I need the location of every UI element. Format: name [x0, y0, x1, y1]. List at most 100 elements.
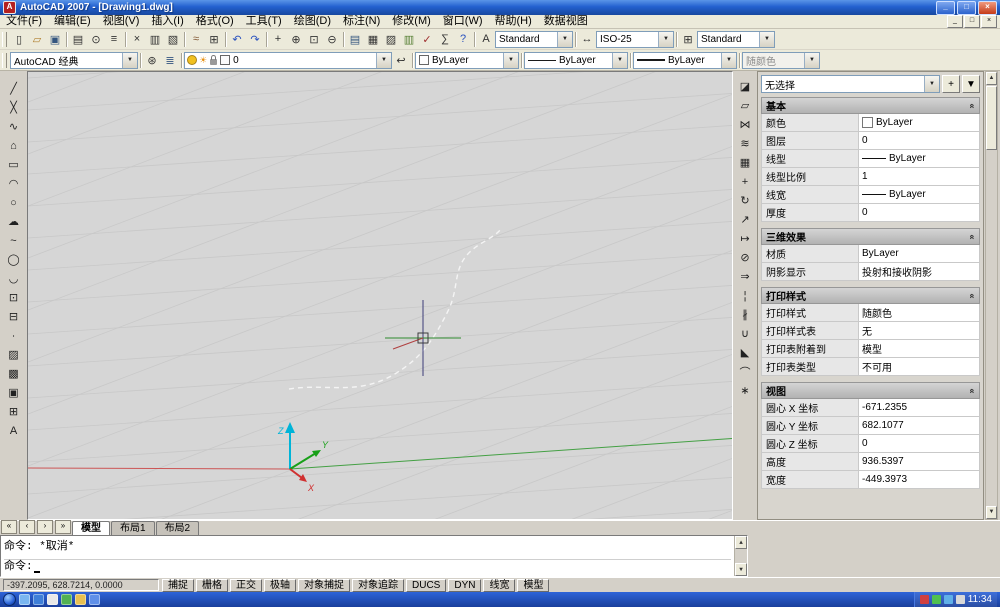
selection-combo[interactable]: 无选择 ▼ — [761, 75, 940, 93]
trim-icon[interactable]: ⊘ — [735, 248, 755, 267]
section-header-general[interactable]: 基本« — [761, 97, 980, 114]
line-icon[interactable]: ╱ — [4, 79, 24, 98]
properties-icon[interactable]: ▤ — [346, 30, 364, 48]
property-value[interactable]: 不可用 — [859, 358, 980, 376]
chevron-down-icon[interactable]: ▼ — [658, 32, 673, 47]
property-value[interactable]: ByLayer — [859, 245, 980, 263]
chevron-down-icon[interactable]: ▼ — [122, 53, 137, 68]
point-icon[interactable]: ∙ — [4, 326, 24, 345]
scale-icon[interactable]: ↗ — [735, 210, 755, 229]
property-value[interactable]: -671.2355 — [859, 399, 980, 417]
menu-insert[interactable]: 插入(I) — [145, 15, 189, 28]
minimize-button[interactable]: _ — [936, 1, 955, 15]
menu-dimension[interactable]: 标注(N) — [337, 15, 386, 28]
paste-icon[interactable]: ▧ — [164, 30, 182, 48]
linetype-control-combo[interactable]: ByLayer ▼ — [524, 52, 628, 69]
workspace-settings-icon[interactable]: ⊛ — [143, 51, 161, 69]
region-icon[interactable]: ▣ — [4, 383, 24, 402]
start-button[interactable] — [3, 593, 16, 606]
property-value[interactable]: 0 — [859, 132, 980, 150]
help-icon[interactable]: ? — [454, 30, 472, 48]
layout-tab-layout2[interactable]: 布局2 — [156, 521, 200, 535]
property-value[interactable]: 无 — [859, 322, 980, 340]
fillet-icon[interactable]: ⌒ — [735, 362, 755, 381]
mdi-restore-button[interactable]: □ — [964, 15, 980, 28]
section-header-view[interactable]: 视图« — [761, 382, 980, 399]
collapse-chevron-icon[interactable]: « — [967, 234, 977, 239]
polyline-icon[interactable]: ∿ — [4, 117, 24, 136]
publish-icon[interactable]: ≡ — [105, 30, 123, 48]
toggle-pickadd-button[interactable]: + — [942, 75, 960, 93]
open-file-icon[interactable]: ▱ — [28, 30, 46, 48]
scrollbar-thumb[interactable] — [986, 86, 997, 150]
layer-combo[interactable]: ☀ 0 ▼ — [184, 52, 392, 69]
redo-icon[interactable]: ↷ — [246, 30, 264, 48]
quick-launch-show-desktop-icon[interactable] — [47, 594, 58, 605]
drawing-canvas[interactable]: ZYX — [27, 71, 733, 520]
menu-draw[interactable]: 绘图(D) — [288, 15, 337, 28]
command-prompt-line[interactable]: 命令: — [4, 559, 731, 575]
quick-select-button[interactable]: ▼ — [962, 75, 980, 93]
property-value[interactable]: 0 — [859, 204, 980, 222]
chevron-down-icon[interactable]: ▼ — [721, 53, 736, 68]
revision-cloud-icon[interactable]: ☁ — [4, 212, 24, 231]
command-scrollbar[interactable]: ▲ ▼ — [734, 536, 747, 576]
mirror-icon[interactable]: ⋈ — [735, 115, 755, 134]
chevron-down-icon[interactable]: ▼ — [924, 76, 939, 92]
scroll-up-icon[interactable]: ▲ — [735, 536, 747, 549]
chamfer-icon[interactable]: ◣ — [735, 343, 755, 362]
zoom-window-icon[interactable]: ⊡ — [305, 30, 323, 48]
lineweight-control-combo[interactable]: ByLayer ▼ — [633, 52, 737, 69]
tool-palettes-icon[interactable]: ▨ — [382, 30, 400, 48]
menu-help[interactable]: 帮助(H) — [489, 15, 538, 28]
workspace-combo[interactable]: AutoCAD 经典 ▼ — [10, 52, 138, 69]
property-value[interactable]: 投射和接收阴影 — [859, 263, 980, 281]
status-toggle-lwt[interactable]: 线宽 — [483, 579, 515, 592]
mdi-close-button[interactable]: × — [981, 15, 997, 28]
circle-icon[interactable]: ○ — [4, 193, 24, 212]
cut-icon[interactable]: × — [128, 30, 146, 48]
block-editor-icon[interactable]: ⊞ — [205, 30, 223, 48]
tab-scroll-prev-icon[interactable]: ‹ — [19, 520, 35, 534]
layer-properties-manager-icon[interactable]: ≣ — [161, 51, 179, 69]
make-block-icon[interactable]: ⊟ — [4, 307, 24, 326]
status-toggle-ortho[interactable]: 正交 — [230, 579, 262, 592]
command-window[interactable]: 命令: *取消* 命令: ▲ ▼ — [0, 535, 748, 577]
text-style-combo[interactable]: Standard ▼ — [495, 31, 573, 48]
ellipse-icon[interactable]: ◯ — [4, 250, 24, 269]
designcenter-icon[interactable]: ▦ — [364, 30, 382, 48]
multiline-text-icon[interactable]: A — [4, 421, 24, 440]
copy-object-icon[interactable]: ▱ — [735, 96, 755, 115]
menu-window[interactable]: 窗口(W) — [437, 15, 489, 28]
undo-icon[interactable]: ↶ — [228, 30, 246, 48]
stretch-icon[interactable]: ↦ — [735, 229, 755, 248]
status-toggle-grid[interactable]: 栅格 — [196, 579, 228, 592]
menu-format[interactable]: 格式(O) — [190, 15, 240, 28]
status-toggle-model[interactable]: 模型 — [517, 579, 549, 592]
chevron-down-icon[interactable]: ▼ — [612, 53, 627, 68]
chevron-down-icon[interactable]: ▼ — [503, 53, 518, 68]
collapse-chevron-icon[interactable]: « — [967, 388, 977, 393]
property-value[interactable]: 随颜色 — [859, 304, 980, 322]
palette-scrollbar[interactable]: ▲ ▼ — [985, 71, 998, 520]
toolbar-grip[interactable] — [2, 53, 7, 68]
join-icon[interactable]: ∪ — [735, 324, 755, 343]
chevron-down-icon[interactable]: ▼ — [557, 32, 572, 47]
array-icon[interactable]: ▦ — [735, 153, 755, 172]
extend-icon[interactable]: ⇒ — [735, 267, 755, 286]
status-toggle-osnap[interactable]: 对象捕捉 — [298, 579, 350, 592]
property-value[interactable]: 0 — [859, 435, 980, 453]
match-properties-icon[interactable]: ≈ — [187, 30, 205, 48]
plot-icon[interactable]: ▤ — [69, 30, 87, 48]
dim-style-combo[interactable]: ISO-25 ▼ — [596, 31, 674, 48]
arc-icon[interactable]: ◠ — [4, 174, 24, 193]
rotate-icon[interactable]: ↻ — [735, 191, 755, 210]
tab-scroll-last-icon[interactable]: » — [55, 520, 71, 534]
ellipse-arc-icon[interactable]: ◡ — [4, 269, 24, 288]
property-value[interactable]: ByLayer — [859, 114, 980, 132]
property-value[interactable]: 1 — [859, 168, 980, 186]
scroll-up-icon[interactable]: ▲ — [986, 72, 997, 85]
scroll-down-icon[interactable]: ▼ — [735, 563, 747, 576]
layer-previous-icon[interactable]: ↩ — [392, 51, 410, 69]
color-control-combo[interactable]: ByLayer ▼ — [415, 52, 519, 69]
